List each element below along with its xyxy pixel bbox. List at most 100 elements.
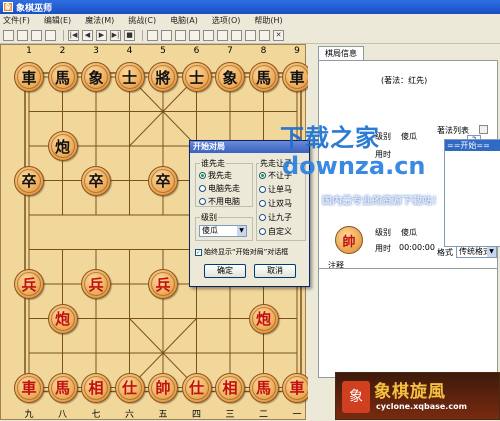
black-piece[interactable]: 卒	[148, 165, 178, 196]
note-textarea[interactable]	[318, 268, 498, 378]
black-piece[interactable]: 士	[181, 62, 212, 92]
chat-icon[interactable]	[259, 29, 270, 41]
stop-icon[interactable]: ■	[124, 29, 135, 41]
swap-icon[interactable]	[175, 29, 186, 41]
banner-logo-icon: 象	[342, 381, 370, 413]
red-piece[interactable]: 馬	[248, 372, 279, 403]
board-icon[interactable]	[147, 29, 158, 41]
radio-no-computer[interactable]: 不用电脑	[199, 196, 240, 207]
red-piece[interactable]: 相	[81, 372, 111, 403]
piece-label: 象	[218, 65, 242, 89]
black-piece[interactable]: 卒	[14, 165, 44, 196]
sound-icon[interactable]	[231, 29, 242, 41]
radio-icon	[199, 185, 206, 192]
move-list[interactable]: ==开始==	[444, 139, 500, 247]
radio-label: 不用电脑	[208, 197, 240, 206]
black-piece[interactable]: 車	[14, 62, 44, 92]
last-move-icon[interactable]: ▶|	[110, 29, 121, 41]
black-piece[interactable]: 象	[81, 62, 111, 92]
bottom-column-number: 一	[292, 410, 302, 420]
black-piece[interactable]: 象	[215, 62, 245, 92]
red-piece[interactable]: 炮	[47, 303, 78, 334]
new-icon[interactable]	[3, 29, 14, 41]
black-piece[interactable]: 馬	[248, 62, 279, 92]
movelist-label: 著法列表	[437, 126, 469, 135]
red-piece[interactable]: 仕	[181, 372, 212, 403]
piece-label: 車	[285, 65, 309, 89]
black-piece[interactable]: 馬	[47, 62, 78, 92]
red-piece[interactable]: 帥	[148, 372, 178, 403]
bottom-column-number: 九	[24, 410, 34, 420]
black-piece[interactable]: 士	[114, 62, 145, 92]
show-always-checkbox[interactable]: ✓ 始终显示“开始对局”对话框	[195, 247, 288, 257]
move-turn-label: (著法：红先)	[381, 76, 428, 85]
piece-label: 炮	[50, 306, 75, 331]
next-move-icon[interactable]: ▶	[96, 29, 107, 41]
piece-label: 炮	[50, 134, 75, 158]
radio-icon	[259, 214, 266, 221]
format-select[interactable]: 传统格式 ▼	[456, 246, 497, 258]
piece-label: 馬	[251, 65, 276, 89]
menu-help[interactable]: 帮助(H)	[254, 15, 282, 26]
piece-label: 兵	[84, 272, 108, 296]
prev-move-icon[interactable]: ◀	[82, 29, 93, 41]
menu-file[interactable]: 文件(F)	[3, 15, 30, 26]
cancel-button[interactable]: 取消	[254, 264, 296, 278]
radio-custom[interactable]: 自定义	[259, 226, 292, 237]
black-piece[interactable]: 炮	[47, 131, 78, 161]
piece-label: 仕	[184, 375, 209, 400]
first-move-icon[interactable]: |◀	[68, 29, 79, 41]
piece-label: 卒	[151, 168, 175, 193]
black-piece[interactable]: 卒	[81, 165, 111, 196]
hint-icon[interactable]	[203, 29, 214, 41]
piece-label: 車	[17, 375, 41, 400]
app-icon: 象	[3, 2, 13, 12]
menu-computer[interactable]: 电脑(A)	[170, 15, 198, 26]
tab-game-info[interactable]: 棋局信息	[318, 46, 364, 60]
piece-label: 相	[84, 375, 108, 400]
movelist-option-icon[interactable]	[479, 125, 488, 134]
menu-edit[interactable]: 编辑(E)	[44, 15, 71, 26]
red-piece[interactable]: 相	[215, 372, 245, 403]
piece-label: 士	[184, 65, 209, 89]
red-piece[interactable]: 炮	[248, 303, 279, 334]
piece-label: 士	[117, 65, 142, 89]
radio-two-horses[interactable]: 让双马	[259, 198, 292, 209]
red-piece[interactable]: 兵	[14, 269, 44, 299]
flip-icon[interactable]	[161, 29, 172, 41]
menu-options[interactable]: 选项(O)	[212, 15, 241, 26]
book-icon[interactable]	[189, 29, 200, 41]
open-icon[interactable]	[17, 29, 28, 41]
top-column-number: 3	[93, 46, 99, 56]
top-column-number: 1	[26, 46, 32, 56]
save-icon[interactable]	[31, 29, 42, 41]
red-piece[interactable]: 車	[14, 372, 44, 403]
ok-button[interactable]: 确定	[204, 264, 246, 278]
panel-tabs: 棋局信息	[318, 46, 364, 60]
menu-challenge[interactable]: 挑战(C)	[128, 15, 156, 26]
chevron-down-icon: ▼	[237, 226, 246, 236]
level-select[interactable]: 傻瓜 ▼	[199, 225, 247, 237]
save-as-icon[interactable]	[45, 29, 56, 41]
radio-me-first[interactable]: 我先走	[199, 170, 232, 181]
move-list-item-selected[interactable]: ==开始==	[445, 140, 500, 151]
level-select-value: 傻瓜	[202, 226, 218, 235]
computer-icon[interactable]	[245, 29, 256, 41]
settings-icon[interactable]	[217, 29, 228, 41]
radio-nine-pieces[interactable]: 让九子	[259, 212, 292, 223]
radio-label: 让双马	[268, 199, 292, 208]
radio-computer-first[interactable]: 电脑先走	[199, 183, 240, 194]
piece-label: 卒	[84, 168, 108, 193]
bottom-column-number: 七	[91, 410, 101, 420]
bottom-column-number: 四	[191, 410, 201, 420]
red-piece[interactable]: 兵	[148, 269, 178, 299]
exit-icon[interactable]: ✕	[273, 29, 284, 41]
red-piece[interactable]: 兵	[81, 269, 111, 299]
black-piece[interactable]: 將	[148, 62, 178, 92]
title-bar: 象 象棋巫师	[0, 0, 500, 14]
red-piece[interactable]: 仕	[114, 372, 145, 403]
red-piece[interactable]: 馬	[47, 372, 78, 403]
menu-magic[interactable]: 魔法(M)	[85, 15, 114, 26]
promo-banner[interactable]: 象 象棋旋風 cyclone.xqbase.com	[335, 372, 500, 420]
radio-one-horse[interactable]: 让单马	[259, 184, 292, 195]
